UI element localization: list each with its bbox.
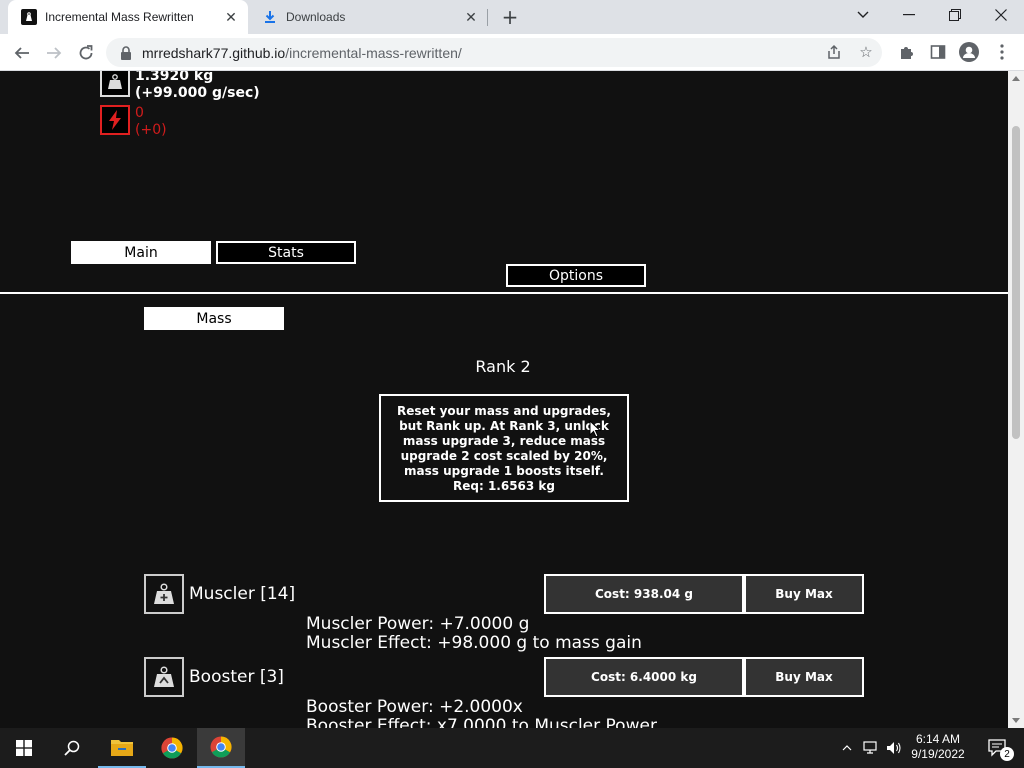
- windows-start-icon[interactable]: [0, 728, 48, 768]
- rank-requirement: Req: 1.6563 kg: [453, 479, 555, 493]
- browser-tab-bar: Incremental Mass Rewritten ✕ Downloads ✕…: [0, 0, 1024, 34]
- windows-taskbar: 6:14 AM 9/19/2022 2: [0, 728, 1024, 768]
- download-icon: [265, 11, 275, 23]
- rank-desc-line: mass upgrade 3, reduce mass: [402, 434, 606, 448]
- minimize-icon[interactable]: [886, 0, 932, 30]
- side-panel-icon[interactable]: [928, 42, 948, 62]
- booster-power: Booster Power: +2.0000x: [306, 697, 523, 717]
- bookmark-star-icon[interactable]: ☆: [856, 42, 876, 62]
- rank-title: Rank 2: [475, 357, 531, 376]
- booster-weight-icon: [144, 657, 184, 697]
- mass-rate: (+99.000 g/sec): [135, 85, 260, 101]
- muscler-buy-button[interactable]: Cost: 938.04 g: [544, 574, 744, 614]
- rank-desc-line: but Rank up. At Rank 3, unlock: [399, 419, 609, 433]
- muscler-effect: Muscler Effect: +98.000 g to mass gain: [306, 633, 642, 653]
- mouse-cursor-icon: [589, 420, 601, 438]
- chevron-up-icon[interactable]: [838, 728, 856, 768]
- mass-value: 1.3920 kg: [135, 71, 214, 84]
- rank-desc-line: upgrade 2 cost scaled by 20%,: [400, 449, 608, 463]
- page-scrollbar[interactable]: [1008, 71, 1024, 728]
- tab-options[interactable]: Options: [506, 264, 646, 287]
- game-page: 1.3920 kg (+99.000 g/sec) 0 (+0) Main St…: [0, 71, 1008, 728]
- restore-icon[interactable]: [932, 0, 978, 30]
- notification-icon[interactable]: 2: [978, 728, 1018, 768]
- scrollbar-thumb[interactable]: [1012, 126, 1020, 439]
- tab-separator: [487, 9, 488, 26]
- tab-title: Downloads: [286, 10, 346, 24]
- booster-buy-max-button[interactable]: Buy Max: [744, 657, 864, 697]
- muscler-buy-max-button[interactable]: Buy Max: [744, 574, 864, 614]
- tab-stats[interactable]: Stats: [216, 241, 356, 264]
- lightning-icon: [100, 105, 130, 135]
- notification-count-badge: 2: [1000, 747, 1014, 761]
- close-icon[interactable]: ✕: [221, 7, 241, 27]
- url-path: /incremental-mass-rewritten/: [285, 44, 462, 61]
- reload-icon[interactable]: [72, 39, 100, 67]
- window-close-icon[interactable]: [978, 0, 1024, 30]
- network-icon[interactable]: [861, 728, 881, 768]
- booster-effect: Booster Effect: x7.0000 to Muscler Power: [306, 716, 657, 729]
- energy-value: 0: [135, 105, 144, 121]
- back-icon[interactable]: [8, 39, 36, 67]
- new-tab-icon[interactable]: +: [498, 5, 522, 29]
- forward-icon[interactable]: [40, 39, 68, 67]
- divider: [0, 292, 1008, 294]
- scroll-up-icon[interactable]: [1012, 76, 1020, 81]
- rank-desc-line: mass upgrade 1 boosts itself.: [404, 464, 604, 478]
- upgrade-name: Booster [3]: [189, 667, 284, 687]
- browser-toolbar: mrredshark77.github.io/incremental-mass-…: [0, 34, 1024, 71]
- clock-date: 9/19/2022: [911, 747, 965, 761]
- lock-icon: [121, 45, 131, 60]
- clock-time: 6:14 AM: [915, 732, 961, 746]
- subtab-mass[interactable]: Mass: [144, 307, 284, 330]
- close-icon[interactable]: ✕: [461, 7, 481, 27]
- muscler-weight-icon: [144, 574, 184, 614]
- url-host: mrredshark77.github.io: [142, 44, 286, 61]
- rank-up-button[interactable]: Reset your mass and upgrades, but Rank u…: [379, 394, 629, 502]
- weight-icon: [100, 71, 130, 97]
- chrome-icon[interactable]: [148, 728, 196, 768]
- menu-kebab-icon[interactable]: [992, 42, 1012, 62]
- rank-desc-line: Reset your mass and upgrades,: [397, 404, 611, 418]
- extensions-icon[interactable]: [896, 42, 916, 62]
- tab-incremental-mass[interactable]: Incremental Mass Rewritten ✕: [8, 0, 248, 34]
- search-icon[interactable]: [48, 728, 96, 768]
- tab-downloads[interactable]: Downloads ✕: [252, 0, 488, 34]
- volume-icon[interactable]: [884, 728, 904, 768]
- clock[interactable]: 6:14 AM 9/19/2022: [908, 732, 968, 762]
- share-icon[interactable]: [824, 42, 844, 62]
- scroll-down-icon[interactable]: [1012, 718, 1020, 723]
- app-favicon-icon: [21, 9, 37, 25]
- chevron-down-icon[interactable]: [840, 0, 886, 30]
- booster-buy-button[interactable]: Cost: 6.4000 kg: [544, 657, 744, 697]
- energy-rate: (+0): [135, 122, 167, 138]
- tab-title: Incremental Mass Rewritten: [45, 10, 194, 24]
- address-bar[interactable]: mrredshark77.github.io/incremental-mass-…: [106, 38, 882, 67]
- chrome-active-icon[interactable]: [197, 728, 245, 768]
- tab-main[interactable]: Main: [71, 241, 211, 264]
- upgrade-name: Muscler [14]: [189, 584, 296, 604]
- file-explorer-icon[interactable]: [98, 728, 146, 768]
- muscler-power: Muscler Power: +7.0000 g: [306, 614, 530, 634]
- profile-avatar-icon[interactable]: [959, 42, 979, 62]
